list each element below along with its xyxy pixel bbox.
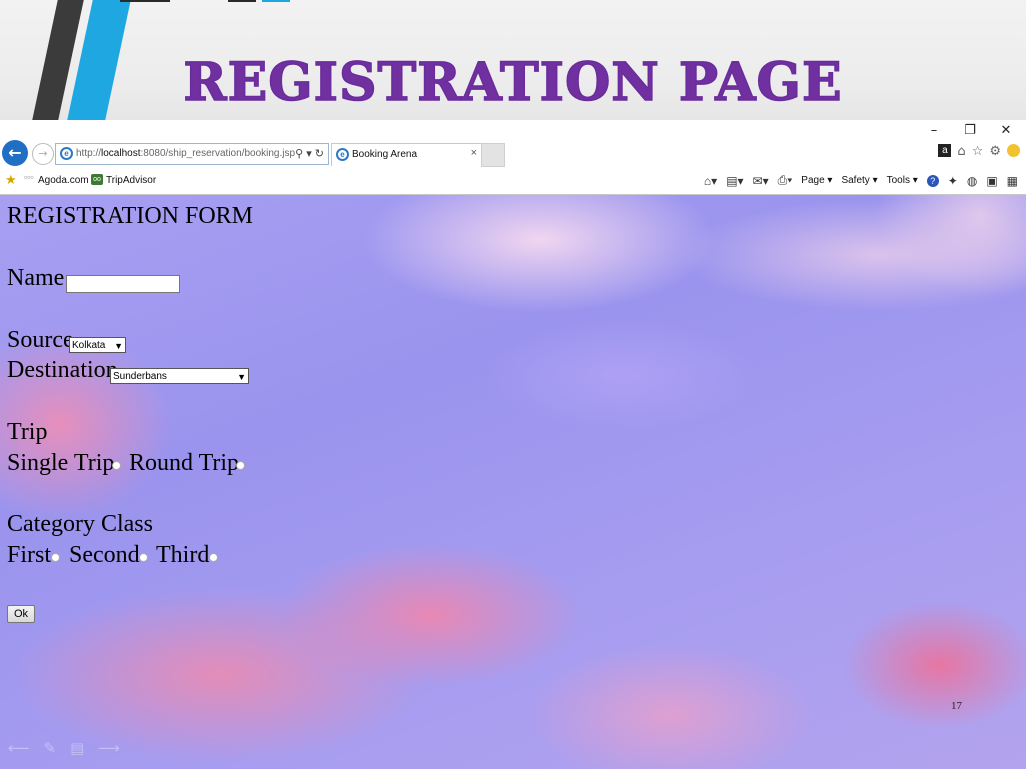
- feeds-icon[interactable]: ▤▾: [726, 174, 743, 188]
- destination-select[interactable]: Sunderbans ▼: [110, 368, 249, 384]
- ie-logo-icon: e: [336, 148, 349, 161]
- safety-menu[interactable]: Safety ▾: [841, 175, 877, 186]
- name-label: Name: [7, 265, 65, 291]
- third-class-label: Third: [156, 542, 210, 568]
- decorative-top-line: [120, 0, 170, 2]
- favicon-placeholder-icon: ▫▫▫: [24, 172, 34, 182]
- addon-icon[interactable]: ✦: [948, 174, 958, 188]
- close-window-button[interactable]: ✕: [998, 123, 1014, 138]
- new-tab-button[interactable]: [481, 143, 505, 167]
- favorites-bar: ★ ▫▫▫ Agoda.com oo TripAdvisor ⌂▾ ▤▾ ✉▾ …: [0, 171, 1026, 191]
- round-trip-label: Round Trip: [129, 450, 240, 476]
- tripadvisor-icon: oo: [91, 174, 103, 185]
- name-input[interactable]: [66, 275, 180, 293]
- print-icon[interactable]: ⎙▾: [778, 173, 793, 188]
- source-select[interactable]: Kolkata ▼: [69, 337, 126, 353]
- tab-booking-arena[interactable]: e Booking Arena ×: [331, 143, 483, 166]
- slide-title: REGISTRATION PAGE: [183, 51, 843, 114]
- browser-window: – ❐ ✕ ← → e http://localhost:8080/ship_r…: [0, 120, 1026, 769]
- previous-slide-icon[interactable]: ⟵: [8, 739, 30, 757]
- first-class-radio[interactable]: [51, 553, 60, 562]
- category-label: Category Class: [7, 511, 153, 537]
- destination-label: Destination: [7, 357, 118, 383]
- ie-logo-icon: e: [60, 147, 73, 160]
- second-class-label: Second: [69, 542, 140, 568]
- tab-title: Booking Arena: [352, 149, 418, 160]
- restore-button[interactable]: ❐: [962, 123, 978, 138]
- form-heading: REGISTRATION FORM: [7, 203, 254, 229]
- single-trip-label: Single Trip: [7, 450, 115, 476]
- home-icon[interactable]: ⌂▾: [704, 174, 717, 188]
- window-controls: – ❐ ✕: [926, 123, 1014, 138]
- single-trip-radio[interactable]: [112, 461, 121, 470]
- hp-icon[interactable]: ◍: [967, 174, 977, 188]
- page-content: REGISTRATION FORM Name Source Kolkata ▼ …: [0, 194, 1026, 769]
- chevron-down-icon: ▼: [114, 341, 123, 351]
- page-menu[interactable]: Page ▾: [801, 175, 832, 186]
- address-tools-icons[interactable]: ⚲ ▾ ↻: [295, 144, 324, 164]
- chevron-down-icon: ▼: [237, 372, 246, 382]
- decorative-top-tab-blue: [262, 0, 290, 2]
- first-class-label: First: [7, 542, 52, 568]
- amazon-icon[interactable]: a: [938, 144, 952, 157]
- next-slide-icon[interactable]: ⟶: [98, 739, 120, 757]
- decorative-top-tab: [228, 0, 256, 2]
- arrow-right-icon: →: [38, 147, 48, 160]
- source-label: Source: [7, 327, 74, 353]
- source-selected-value: Kolkata: [72, 340, 106, 351]
- favorites-star-icon[interactable]: ☆: [972, 144, 984, 159]
- onenote-icon[interactable]: ▣: [986, 174, 997, 188]
- favorites-star-icon[interactable]: ★: [5, 172, 17, 188]
- destination-selected-value: Sunderbans: [113, 371, 167, 382]
- third-class-radio[interactable]: [209, 553, 218, 562]
- minimize-button[interactable]: –: [926, 123, 942, 138]
- command-bar: ⌂▾ ▤▾ ✉▾ ⎙▾ Page ▾ Safety ▾ Tools ▾ ? ✦ …: [704, 173, 1018, 188]
- forward-button[interactable]: →: [32, 143, 54, 165]
- research-icon[interactable]: ▦: [1007, 174, 1018, 188]
- settings-gear-icon[interactable]: ⚙: [989, 144, 1001, 159]
- url-text[interactable]: http://localhost:8080/ship_reservation/b…: [76, 144, 295, 164]
- address-bar[interactable]: e http://localhost:8080/ship_reservation…: [55, 143, 329, 165]
- navigation-bar: ← → e http://localhost:8080/ship_reserva…: [0, 140, 1026, 168]
- home-icon[interactable]: ⌂: [957, 144, 965, 159]
- ok-button[interactable]: Ok: [7, 605, 35, 623]
- slide-header: REGISTRATION PAGE: [0, 0, 1026, 120]
- trip-label: Trip: [7, 419, 48, 445]
- toolbar-right-icons: a ⌂ ☆ ⚙: [938, 144, 1020, 159]
- favorite-tripadvisor-link[interactable]: TripAdvisor: [106, 175, 156, 186]
- slide-number: 17: [951, 700, 962, 712]
- slideshow-toolbar: ⟵ ✎ ▤ ⟶: [8, 739, 120, 757]
- round-trip-radio[interactable]: [236, 461, 245, 470]
- slide-menu-icon[interactable]: ▤: [70, 739, 84, 757]
- tools-menu[interactable]: Tools ▾: [887, 175, 918, 186]
- smiley-icon[interactable]: [1007, 144, 1020, 157]
- second-class-radio[interactable]: [139, 553, 148, 562]
- favorite-agoda-link[interactable]: Agoda.com: [38, 175, 89, 186]
- arrow-left-icon: ←: [8, 143, 22, 162]
- close-tab-icon[interactable]: ×: [471, 147, 477, 159]
- mail-icon[interactable]: ✉▾: [753, 174, 769, 188]
- pen-icon[interactable]: ✎: [44, 739, 57, 757]
- back-button[interactable]: ←: [2, 140, 28, 166]
- help-icon[interactable]: ?: [926, 174, 939, 187]
